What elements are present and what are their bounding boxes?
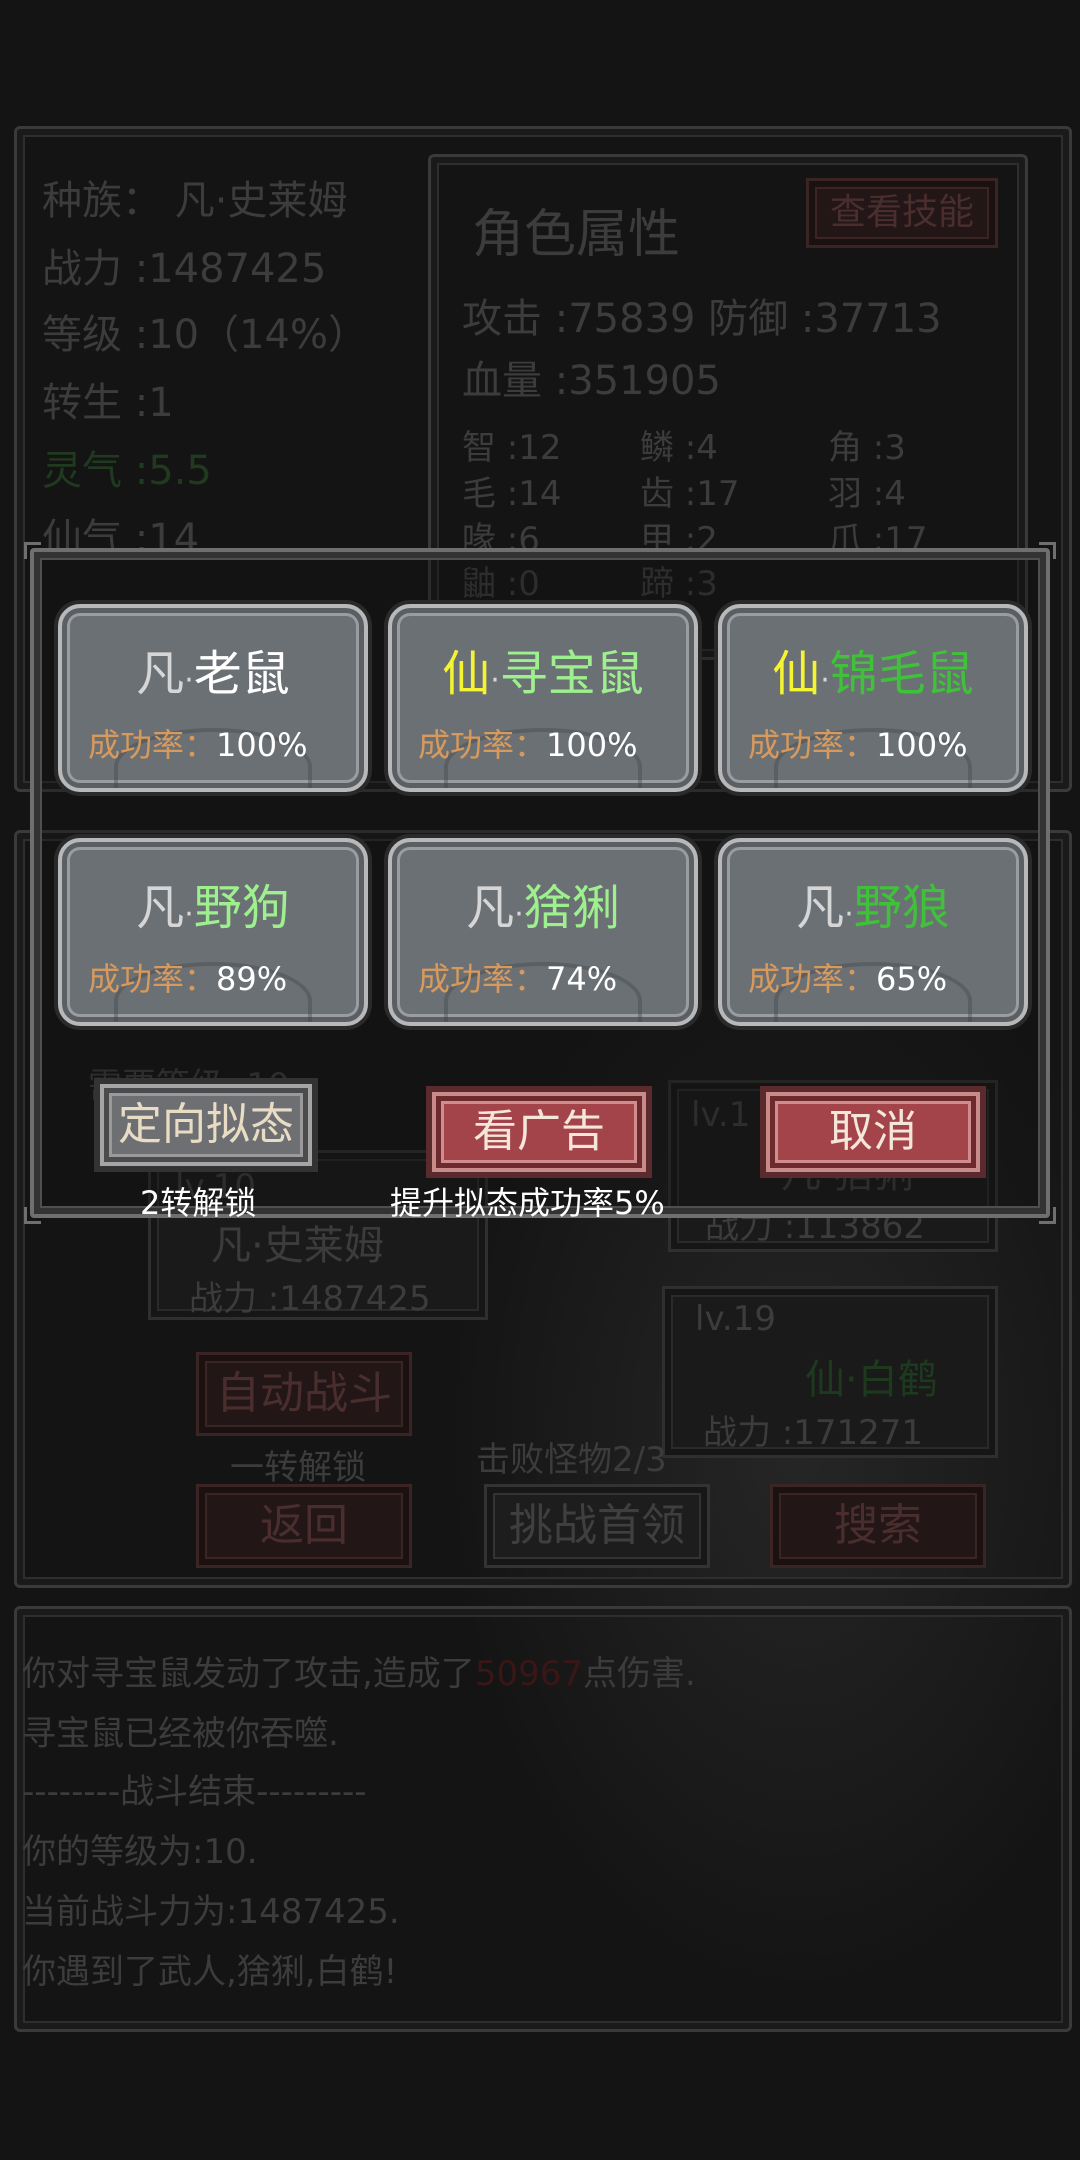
stat-spirit: 灵气 :5.5: [42, 448, 212, 494]
watch-ad-caption: 提升拟态成功率5%: [390, 1184, 665, 1222]
challenge-boss-button[interactable]: 挑战首领: [484, 1484, 710, 1568]
auto-battle-button[interactable]: 自动战斗: [196, 1352, 412, 1436]
separator-dot: ·: [844, 897, 854, 932]
card-prefix: 凡: [136, 880, 185, 936]
card-prefix: 仙: [442, 646, 491, 702]
log-line-1-post: 点伤害.: [582, 1654, 696, 1694]
card-name: 老鼠: [193, 646, 290, 702]
card-name: 野狗: [193, 880, 290, 936]
card-prefix: 凡: [796, 880, 845, 936]
log-line-1: 你对寻宝鼠发动了攻击,造成了50967点伤害.: [22, 1646, 696, 1695]
separator-dot: ·: [184, 663, 194, 698]
defeated-count: 击败怪物2/3: [476, 1440, 667, 1480]
rate-value: 100%: [546, 726, 638, 764]
log-damage: 50967: [474, 1654, 583, 1694]
dialog-corner-tl: [24, 542, 41, 559]
mimic-card-lynx[interactable]: 凡·猞猁 成功率：74%: [388, 838, 698, 1026]
mimic-card-brocade-rat[interactable]: 仙·锦毛鼠 成功率：100%: [718, 604, 1028, 792]
log-line-5: 当前战斗力为:1487425.: [22, 1892, 400, 1932]
separator-dot: ·: [490, 663, 500, 698]
stat-power: 战力 :1487425: [42, 246, 327, 292]
log-line-2: 寻宝鼠已经被你吞噬.: [22, 1714, 339, 1754]
card-prefix: 仙: [772, 646, 821, 702]
log-line-1-pre: 你对寻宝鼠发动了攻击,造成了: [22, 1654, 475, 1694]
rate-value: 65%: [876, 960, 948, 998]
rate-label: 成功率：: [418, 960, 547, 998]
card-rate: 成功率：89%: [88, 954, 354, 1000]
rate-value: 100%: [876, 726, 968, 764]
stat-rebirth: 转生 :1: [42, 380, 174, 426]
card-name: 野狼: [853, 880, 950, 936]
stat-race: 种族： 凡·史莱姆: [42, 178, 348, 224]
card-title: 凡·野狼: [722, 868, 1024, 938]
mimic-card-rat[interactable]: 凡·老鼠 成功率：100%: [58, 604, 368, 792]
card-title: 仙·锦毛鼠: [722, 634, 1024, 704]
stat-level: 等级 :10（14%）: [42, 312, 368, 358]
enemy-card-2-level: lv.19: [695, 1299, 776, 1339]
dialog-corner-tr: [1039, 542, 1056, 559]
view-skills-button[interactable]: 查看技能: [806, 178, 998, 248]
enemy-card-2-name: 仙·白鹤: [805, 1357, 938, 1403]
player-card-power: 战力 :1487425: [189, 1279, 431, 1319]
attack-defense: 攻击 :75839 防御 :37713: [462, 296, 942, 342]
log-line-3: --------战斗结束---------: [22, 1772, 367, 1812]
trait-0-2: 角 :3: [828, 428, 906, 468]
card-name: 猞猁: [523, 880, 620, 936]
search-button[interactable]: 搜索: [770, 1484, 986, 1568]
card-name: 锦毛鼠: [829, 646, 974, 702]
card-title: 凡·野狗: [62, 868, 364, 938]
rate-value: 89%: [216, 960, 288, 998]
mimic-dialog: 凡·老鼠 成功率：100% 仙·寻宝鼠 成功率：100% 仙·锦毛鼠 成功率：1…: [24, 542, 1056, 1224]
separator-dot: ·: [514, 897, 524, 932]
rate-value: 74%: [546, 960, 618, 998]
enemy-card-2[interactable]: lv.19 仙·白鹤 战力 :171271: [662, 1286, 998, 1458]
rate-label: 成功率：: [88, 726, 217, 764]
card-title: 仙·寻宝鼠: [392, 634, 694, 704]
trait-1-2: 羽 :4: [828, 474, 906, 514]
mimic-card-wild-dog[interactable]: 凡·野狗 成功率：89%: [58, 838, 368, 1026]
card-rate: 成功率：100%: [748, 720, 1014, 766]
card-title: 凡·老鼠: [62, 634, 364, 704]
card-rate: 成功率：100%: [418, 720, 684, 766]
rate-label: 成功率：: [748, 726, 877, 764]
dialog-corner-bl: [24, 1207, 41, 1224]
directed-mimic-button[interactable]: 定向拟态: [100, 1084, 312, 1166]
directed-mimic-caption: 2转解锁: [140, 1184, 257, 1222]
card-rate: 成功率：100%: [88, 720, 354, 766]
back-button[interactable]: 返回: [196, 1484, 412, 1568]
mimic-card-wild-wolf[interactable]: 凡·野狼 成功率：65%: [718, 838, 1028, 1026]
rate-label: 成功率：: [748, 960, 877, 998]
card-title: 凡·猞猁: [392, 868, 694, 938]
attributes-title: 角色属性: [472, 205, 681, 265]
log-line-4: 你的等级为:10.: [22, 1832, 258, 1872]
rate-label: 成功率：: [88, 960, 217, 998]
watch-ad-button[interactable]: 看广告: [432, 1092, 646, 1172]
separator-dot: ·: [820, 663, 830, 698]
card-name: 寻宝鼠: [499, 646, 644, 702]
mimic-card-treasure-rat[interactable]: 仙·寻宝鼠 成功率：100%: [388, 604, 698, 792]
card-rate: 成功率：74%: [418, 954, 684, 1000]
separator-dot: ·: [184, 897, 194, 932]
trait-1-0: 毛 :14: [462, 474, 562, 514]
enemy-card-2-power: 战力 :171271: [703, 1413, 924, 1453]
hp-value: 血量 :351905: [462, 358, 721, 404]
trait-0-0: 智 :12: [462, 428, 562, 468]
rate-label: 成功率：: [418, 726, 547, 764]
log-line-6: 你遇到了武人,猞猁,白鹤!: [22, 1952, 398, 1992]
rate-value: 100%: [216, 726, 308, 764]
card-prefix: 凡: [136, 646, 185, 702]
auto-battle-unlock: 一转解锁: [230, 1448, 366, 1488]
card-rate: 成功率：65%: [748, 954, 1014, 1000]
dialog-corner-br: [1039, 1207, 1056, 1224]
card-prefix: 凡: [466, 880, 515, 936]
cancel-button[interactable]: 取消: [766, 1092, 980, 1172]
trait-1-1: 齿 :17: [640, 474, 740, 514]
trait-0-1: 鳞 :4: [640, 428, 718, 468]
